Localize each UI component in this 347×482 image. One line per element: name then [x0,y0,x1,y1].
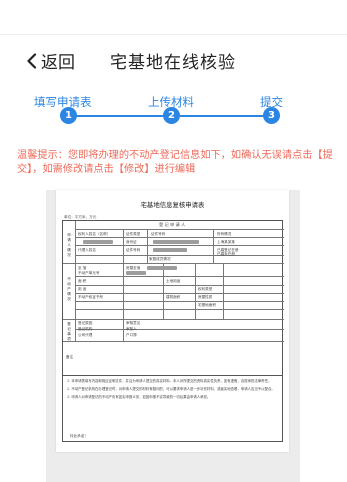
household-register-label: 户口簿 [126,333,137,337]
chevron-left-icon [27,52,37,69]
progress-steps: 填写申请表 上传材料 提交 1 2 3 [0,94,347,134]
id-type-label: 证件类型 [126,232,141,236]
id-card-label: 身份证 [126,240,137,244]
family-info-label: 家庭成员情况 [149,257,171,261]
id-number-label: 证件号码 [151,232,166,236]
note-3: 3. 申请人对申请登记的不动产负有如实申报义务，如因申报不实导致的一切后果由申请… [67,395,211,399]
review-opinion-label: 审核意见 [126,321,141,325]
warning-notice: 温馨提示：您即将办理的不动产登记信息如下，如确认无误请点击【提交】，如需修改请点… [17,150,333,175]
reg-agency-label: 登记机构 [78,327,93,331]
company-agent-label: 公司代理 [78,333,93,337]
ownership-label: 所有情况 [217,232,232,236]
area-label: 面 积 [78,279,87,283]
unit-number-label: 不动产单元号 [78,271,100,275]
form-notes: 1. 本申请表填写内容和相应证明文件，并且为申请人提交的真实材料，本人对所提交的… [62,376,283,442]
owner-name-label: 权利人姓名（名称） [78,232,111,236]
reviewer-label: 审核人 [126,327,137,331]
homestead-area-label: 宅基地面积 [198,303,216,307]
applicant-header: 登 记 申 请 人 [159,222,186,227]
section-registration: 登记事项 [67,322,71,341]
use-label: 用 途 [78,287,87,291]
section-applicant: 申请人情况 [67,233,71,257]
back-label: 返回 [41,53,75,73]
building-area-label: 建筑面积 [166,295,181,299]
step-number-1: 1 [60,107,77,124]
agent-name-label: 代理人姓名 [78,248,96,252]
step-number-2: 2 [163,107,180,124]
note-1: 1. 本申请表填写内容和相应证明文件，并且为申请人提交的真实材料，本人对所提交的… [67,379,272,383]
application-form-preview[interactable]: 宅基地信息复核申请表 单位：平方米、万元 登 记 申 请 人 权利人姓名（名称）… [56,190,289,452]
step-number-3: 3 [263,107,280,124]
redacted-location [147,266,177,270]
married-unregistered-label: 已婚未在册 [217,252,235,256]
house-nature-label: 房屋性质 [198,295,213,299]
owner-value: 上海某某某 [217,240,235,244]
form-table: 登 记 申 请 人 权利人姓名（名称） 证件类型 证件号码 所有情况 身份证 代… [62,220,284,376]
top-divider [0,34,347,35]
house-location-label: 房屋坐落 [126,266,141,270]
section-property: 不动产情况 [67,277,71,301]
page-title: 宅基地在线核验 [110,53,236,73]
back-button[interactable]: 返回 [26,48,75,73]
step-connector-1 [69,115,172,117]
nav-bar: 返回 宅基地在线核验 [0,44,347,74]
location-label: 坐 落 [78,266,87,270]
redacted-agent-id [153,248,187,252]
certificate-number-label: 不动产权证书号 [78,295,104,299]
redacted-unit-number [126,271,146,275]
redacted-name [83,240,113,244]
reg-reason-label: 登记原因 [78,321,93,325]
land-use-label: 土地用途 [166,279,181,283]
agent-id-label: 证件号码 [126,248,141,252]
right-type-label: 权利类型 [198,287,213,291]
note-2: 2. 不动产登记机构在办理登记时，对申请人提交的材料有疑问的，可以要求申请人进一… [67,387,275,391]
section-remarks: 备注 [66,355,74,359]
redacted-id-number [153,240,199,244]
form-title: 宅基地信息复核申请表 [140,201,205,209]
form-pledge: 特此承诺！ [70,434,88,438]
